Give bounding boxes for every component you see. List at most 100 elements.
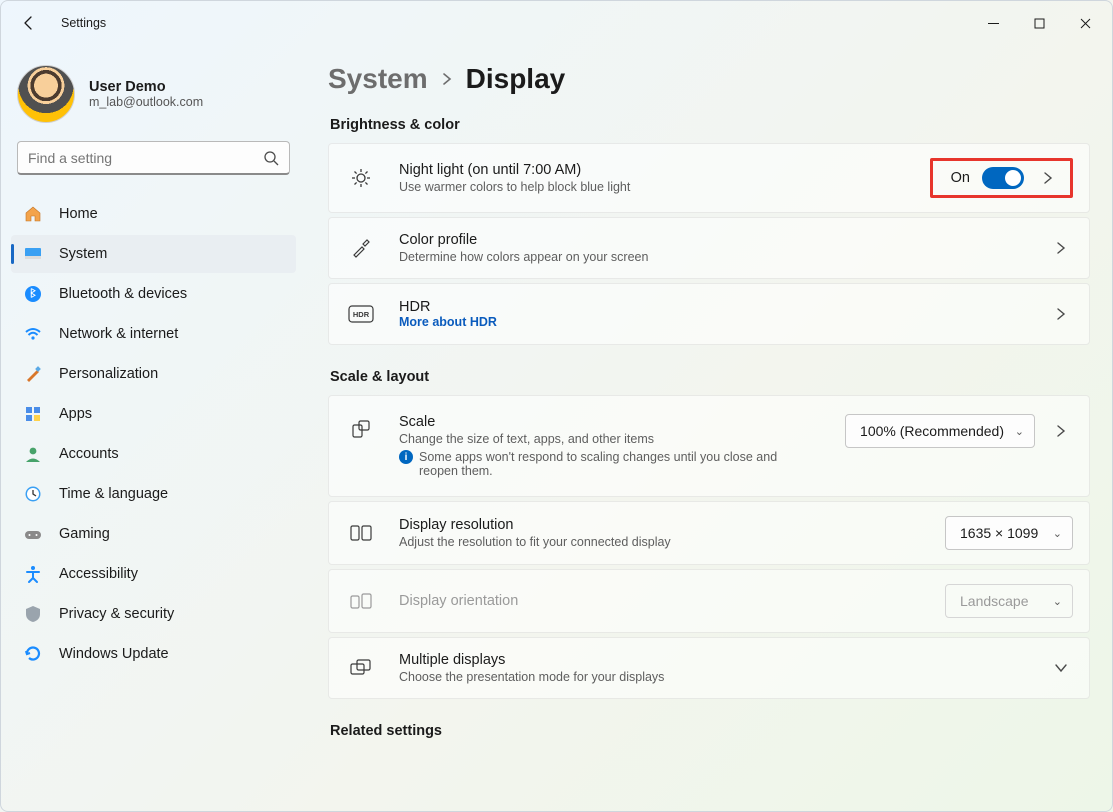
nav-list: Home System Bluetooth & devices Network … <box>11 195 296 673</box>
card-night-light[interactable]: Night light (on until 7:00 AM) Use warme… <box>328 143 1090 213</box>
brush-icon <box>23 364 43 384</box>
card-multiple-displays[interactable]: Multiple displays Choose the presentatio… <box>328 637 1090 699</box>
titlebar: Settings <box>1 1 1112 45</box>
card-title: Color profile <box>399 232 1029 248</box>
sidebar-item-apps[interactable]: Apps <box>11 395 296 433</box>
expand-chevron-down[interactable] <box>1049 662 1073 674</box>
card-title: Night light (on until 7:00 AM) <box>399 162 910 178</box>
sidebar-item-label: Gaming <box>59 526 110 542</box>
card-subtitle: Choose the presentation mode for your di… <box>399 670 1029 684</box>
chevron-down-icon: ⌄ <box>1015 425 1024 438</box>
resolution-dropdown[interactable]: 1635 × 1099 ⌄ <box>945 516 1073 550</box>
update-icon <box>23 644 43 664</box>
person-icon <box>23 444 43 464</box>
sidebar-item-home[interactable]: Home <box>11 195 296 233</box>
sidebar-item-personalization[interactable]: Personalization <box>11 355 296 393</box>
clock-icon <box>23 484 43 504</box>
section-title-scale: Scale & layout <box>330 369 1090 385</box>
scale-icon <box>343 418 379 440</box>
card-color-profile[interactable]: Color profile Determine how colors appea… <box>328 217 1090 279</box>
sidebar-item-system[interactable]: System <box>11 235 296 273</box>
orientation-icon <box>343 591 379 611</box>
card-hdr[interactable]: HDR HDR More about HDR <box>328 283 1090 345</box>
window-title: Settings <box>61 16 106 30</box>
card-title: Multiple displays <box>399 652 1029 668</box>
sidebar-item-label: Windows Update <box>59 646 169 662</box>
card-subtitle: Adjust the resolution to fit your connec… <box>399 535 925 549</box>
hdr-more-link[interactable]: More about HDR <box>399 315 1029 329</box>
breadcrumb-parent[interactable]: System <box>328 63 428 95</box>
sidebar-item-update[interactable]: Windows Update <box>11 635 296 673</box>
svg-text:HDR: HDR <box>353 310 370 319</box>
search-icon <box>263 150 279 166</box>
close-button[interactable] <box>1062 7 1108 39</box>
expand-chevron[interactable] <box>1036 172 1060 184</box>
main-content: System Display Brightness & color Night … <box>306 45 1112 811</box>
orientation-dropdown: Landscape ⌄ <box>945 584 1073 618</box>
search-box[interactable] <box>17 141 290 175</box>
apps-icon <box>23 404 43 424</box>
card-subtitle: Determine how colors appear on your scre… <box>399 250 1029 264</box>
chevron-down-icon: ⌄ <box>1053 595 1062 608</box>
card-title: Display orientation <box>399 593 925 609</box>
card-title: Scale <box>399 414 825 430</box>
sidebar-item-network[interactable]: Network & internet <box>11 315 296 353</box>
chevron-down-icon: ⌄ <box>1053 527 1062 540</box>
multiple-displays-icon <box>343 658 379 678</box>
eyedropper-icon <box>343 237 379 259</box>
sidebar-item-accounts[interactable]: Accounts <box>11 435 296 473</box>
night-light-toggle-highlight: On <box>930 158 1073 198</box>
night-light-icon <box>343 167 379 189</box>
dropdown-value: Landscape <box>960 593 1029 609</box>
card-resolution[interactable]: Display resolution Adjust the resolution… <box>328 501 1090 565</box>
sidebar-item-label: Home <box>59 206 98 222</box>
maximize-button[interactable] <box>1016 7 1062 39</box>
back-button[interactable] <box>13 7 45 39</box>
card-scale[interactable]: Scale Change the size of text, apps, and… <box>328 395 1090 497</box>
wifi-icon <box>23 324 43 344</box>
card-orientation: Display orientation Landscape ⌄ <box>328 569 1090 633</box>
shield-icon <box>23 604 43 624</box>
sidebar-item-bluetooth[interactable]: Bluetooth & devices <box>11 275 296 313</box>
card-title: HDR <box>399 299 1029 315</box>
toggle-label: On <box>951 170 970 186</box>
breadcrumb: System Display <box>328 63 1090 95</box>
search-input[interactable] <box>28 150 263 166</box>
avatar <box>17 65 75 123</box>
card-subtitle: Change the size of text, apps, and other… <box>399 432 825 446</box>
home-icon <box>23 204 43 224</box>
sidebar-item-label: Time & language <box>59 486 168 502</box>
sidebar-item-gaming[interactable]: Gaming <box>11 515 296 553</box>
sidebar-item-time[interactable]: Time & language <box>11 475 296 513</box>
expand-chevron[interactable] <box>1049 308 1073 320</box>
user-email: m_lab@outlook.com <box>89 95 203 109</box>
sidebar-item-accessibility[interactable]: Accessibility <box>11 555 296 593</box>
scale-dropdown[interactable]: 100% (Recommended) ⌄ <box>845 414 1035 448</box>
sidebar-item-label: Bluetooth & devices <box>59 286 187 302</box>
sidebar-item-privacy[interactable]: Privacy & security <box>11 595 296 633</box>
user-name: User Demo <box>89 79 203 95</box>
sidebar-item-label: Apps <box>59 406 92 422</box>
profile-block[interactable]: User Demo m_lab@outlook.com <box>11 59 296 137</box>
resolution-icon <box>343 523 379 543</box>
sidebar-item-label: Network & internet <box>59 326 178 342</box>
expand-chevron[interactable] <box>1049 242 1073 254</box>
minimize-button[interactable] <box>970 7 1016 39</box>
accessibility-icon <box>23 564 43 584</box>
sidebar: User Demo m_lab@outlook.com Home System <box>1 45 306 811</box>
gamepad-icon <box>23 524 43 544</box>
bluetooth-icon <box>23 284 43 304</box>
sidebar-item-label: Personalization <box>59 366 158 382</box>
dropdown-value: 1635 × 1099 <box>960 525 1038 541</box>
night-light-toggle[interactable] <box>982 167 1024 189</box>
section-title-related: Related settings <box>330 723 1090 739</box>
sidebar-item-label: Privacy & security <box>59 606 174 622</box>
sidebar-item-label: Accounts <box>59 446 119 462</box>
scale-note-text: Some apps won't respond to scaling chang… <box>419 450 819 478</box>
expand-chevron[interactable] <box>1049 425 1073 437</box>
dropdown-value: 100% (Recommended) <box>860 423 1004 439</box>
info-icon: i <box>399 450 413 464</box>
hdr-icon: HDR <box>343 305 379 323</box>
sidebar-item-label: Accessibility <box>59 566 138 582</box>
sidebar-item-label: System <box>59 246 107 262</box>
